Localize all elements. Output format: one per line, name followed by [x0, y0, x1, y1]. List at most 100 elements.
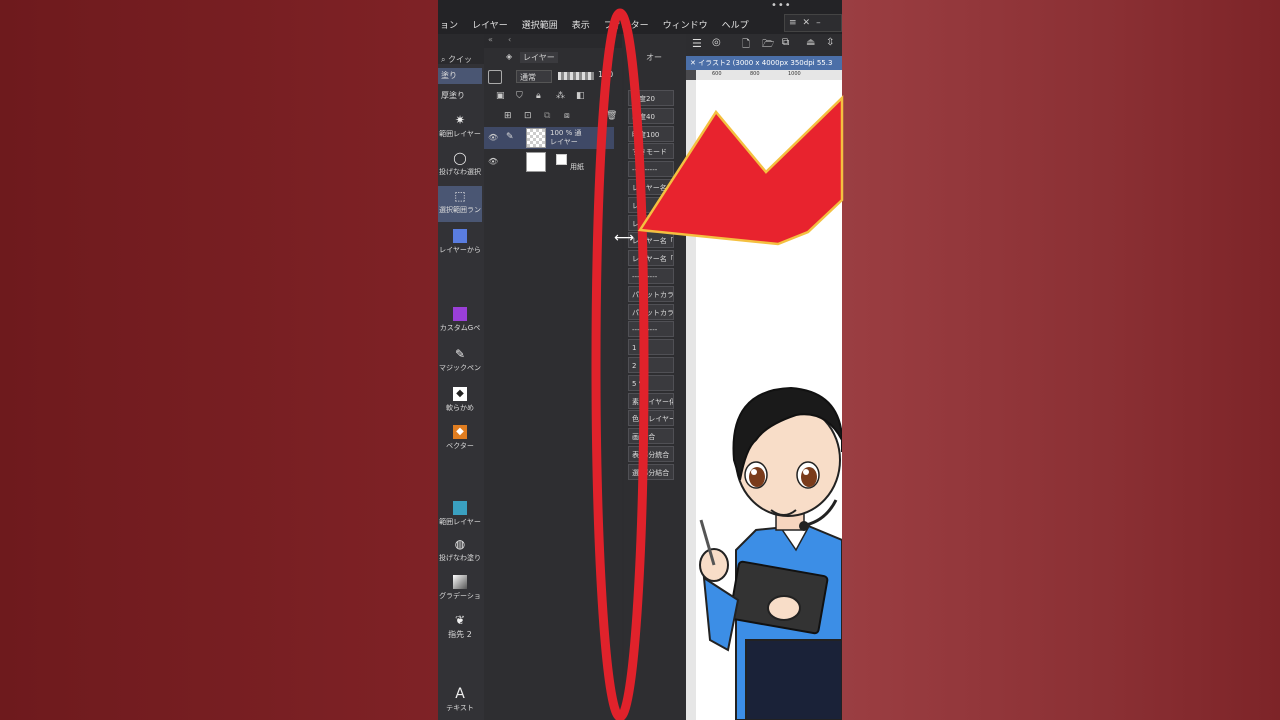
clip-icon[interactable]: ◧	[576, 91, 585, 101]
open-folder-icon[interactable]: 🗁︎	[762, 37, 774, 54]
auto-action-item[interactable]: 色 正レイヤー	[628, 410, 674, 427]
menu-item-view[interactable]: 表示	[572, 18, 590, 31]
tool-label: テキスト	[446, 704, 474, 712]
title-bar: •••	[438, 0, 842, 14]
layers-tab-icon[interactable]: ◈	[506, 52, 512, 61]
tool-finger[interactable]: ❦ 指先 2	[438, 610, 482, 646]
layer-row-paper[interactable]: 👁︎ 用紙	[484, 151, 614, 173]
auto-action-item[interactable]: 2	[628, 357, 674, 373]
sparkle-icon: ✷	[454, 113, 466, 127]
expand-icon[interactable]: ⇳	[826, 37, 834, 48]
menu-item-selection[interactable]: 選択範囲	[522, 18, 558, 31]
auto-action-item[interactable]: 明度40	[628, 107, 674, 124]
close-icon[interactable]: ✕	[803, 18, 811, 28]
canvas-tab[interactable]: ✕ イラスト2 (3000 x 4000px 350dpi 55.3	[686, 56, 842, 70]
hamburger-icon[interactable]: ☰	[692, 37, 702, 50]
collapse-icon[interactable]: «	[488, 35, 493, 44]
tool-magic-pen[interactable]: ✎ マジックペン	[438, 344, 482, 380]
auto-action-item[interactable]: レ	[628, 214, 674, 231]
reference-icon[interactable]: ⁂	[556, 91, 565, 101]
new-file-icon[interactable]: 🗋︎	[742, 37, 750, 54]
canvas-paper[interactable]	[696, 80, 842, 720]
menu-item-filter[interactable]: フィルター	[604, 18, 649, 31]
subtool-fill[interactable]: 塗り	[438, 68, 482, 84]
blend-mode-select[interactable]: 通常	[516, 70, 552, 83]
layer-row-selected[interactable]: 👁︎ ✎ 100 % 通 レイヤー	[484, 127, 614, 149]
tool-label: 範囲レイヤー	[439, 518, 481, 526]
tool-custom-brush[interactable]: カスタムGペ	[438, 304, 482, 340]
tool-fill-layer[interactable]: 範囲レイヤー	[438, 498, 482, 534]
window-controls: ≡ ✕ –	[784, 14, 842, 32]
tool-soft-brush[interactable]: ◆ 軟らかめ	[438, 384, 482, 420]
menu-item-window[interactable]: ウィンドウ	[663, 18, 708, 31]
auto-action-item[interactable]: レ	[628, 196, 674, 213]
new-raster-icon[interactable]: ⊞	[504, 111, 512, 121]
trash-icon[interactable]: 🗑︎	[606, 111, 617, 121]
tool-vector[interactable]: ◆ ベクター	[438, 422, 482, 458]
auto-action-item[interactable]: 表 部分統合	[628, 446, 674, 462]
auto-action-item[interactable]: ----------	[628, 268, 674, 284]
tab-layer[interactable]: レイヤー	[520, 52, 558, 63]
export-icon[interactable]: ⏏	[806, 37, 815, 48]
auto-action-item[interactable]: 明度100	[628, 125, 674, 142]
auto-action-item[interactable]: 画 統合	[628, 428, 674, 445]
new-folder-icon[interactable]: ⧉	[544, 111, 550, 121]
auto-action-item[interactable]: パレットカラー黒	[628, 285, 674, 302]
clip-mask-toggle[interactable]	[488, 70, 502, 84]
cloud-icon[interactable]: ◎	[712, 37, 721, 48]
lock-transparent-icon[interactable]: ⛉	[516, 91, 523, 101]
auto-action-item[interactable]: 選 部分結合	[628, 463, 674, 480]
quick-tab[interactable]: ⌕ クイッ	[438, 54, 487, 66]
menu-item-option[interactable]: ョン	[440, 18, 458, 31]
tool-label: カスタムGペ	[439, 324, 481, 332]
minimize-icon[interactable]: –	[816, 18, 821, 28]
auto-action-tab[interactable]: オー	[646, 52, 662, 63]
chevron-left-icon[interactable]: ‹	[508, 35, 511, 44]
tool-label: 選択範囲ラン	[439, 206, 481, 214]
lock-icon[interactable]: 🔒︎	[536, 91, 541, 101]
new-layer-icon[interactable]: ▣	[496, 91, 505, 101]
auto-action-item[interactable]: 明度20	[628, 90, 674, 106]
auto-action-item[interactable]: 素 レイヤー化	[628, 392, 674, 409]
lasso-icon: ◯	[453, 151, 467, 165]
soft-brush-icon: ◆	[453, 387, 467, 401]
eye-icon[interactable]: 👁︎	[488, 157, 498, 166]
text-icon: A	[455, 686, 465, 702]
pencil-icon: ✎	[506, 132, 514, 142]
auto-action-item[interactable]: ----------	[628, 161, 674, 178]
tool-label: 指先 2	[448, 630, 472, 639]
ruler-mark: 800	[750, 71, 760, 77]
opacity-slider[interactable]	[558, 72, 594, 80]
copy-layer-icon[interactable]: ⧈	[564, 111, 570, 121]
auto-action-item[interactable]: パレットカラー白	[628, 303, 674, 320]
tool-lasso-select[interactable]: ◯ 投げなわ選択	[438, 148, 482, 184]
subtool-thick-paint[interactable]: 厚塗り	[438, 88, 482, 104]
menu-item-layer[interactable]: レイヤー	[472, 18, 508, 31]
background-right	[842, 0, 1280, 720]
menu-item-help[interactable]: ヘルプ	[722, 18, 749, 31]
auto-action-item[interactable]: すきモード	[628, 143, 674, 160]
tool-from-layer[interactable]: レイヤーから	[438, 226, 482, 262]
auto-action-item[interactable]: レイヤー名「肌」	[628, 250, 674, 267]
tab-close-icon[interactable]: ✕	[690, 59, 698, 67]
auto-action-item[interactable]: ----------	[628, 321, 674, 338]
tool-gradient[interactable]: グラデーショ	[438, 572, 482, 608]
menu-icon[interactable]: ≡	[789, 18, 797, 28]
vector-icon: ◆	[453, 425, 467, 439]
tool-palette: ⌕ クイッ 塗り 厚塗り ✷ 範囲レイヤー ◯ 投げなわ選択 ⬚ 選択範囲ラン レイヤ…	[438, 34, 485, 720]
tool-selection-launcher[interactable]: ⬚ 選択範囲ラン	[438, 186, 482, 222]
tool-lasso-fill[interactable]: ◍ 投げなわ塗り	[438, 534, 482, 570]
title-dots[interactable]: •••	[771, 0, 792, 11]
auto-action-item[interactable]: 5 %	[628, 374, 674, 391]
new-vector-icon[interactable]: ⊡	[524, 111, 532, 121]
finger-icon: ❦	[454, 613, 466, 627]
canvas-toolbar: ☰ ◎ 🗋︎ 🗁︎ ⧉ ⏏ ⇳	[686, 34, 842, 56]
tool-label: 投げなわ選択	[439, 168, 481, 176]
tool-text[interactable]: A テキスト	[438, 684, 482, 720]
save-icon[interactable]: ⧉	[782, 37, 789, 48]
auto-action-item[interactable]: レイヤー名「	[628, 179, 674, 195]
auto-action-item[interactable]: 1	[628, 339, 674, 356]
auto-action-item[interactable]: レイヤー名「影」	[628, 232, 674, 249]
eye-icon[interactable]: 👁︎	[488, 133, 498, 142]
tool-range-layer[interactable]: ✷ 範囲レイヤー	[438, 110, 482, 146]
